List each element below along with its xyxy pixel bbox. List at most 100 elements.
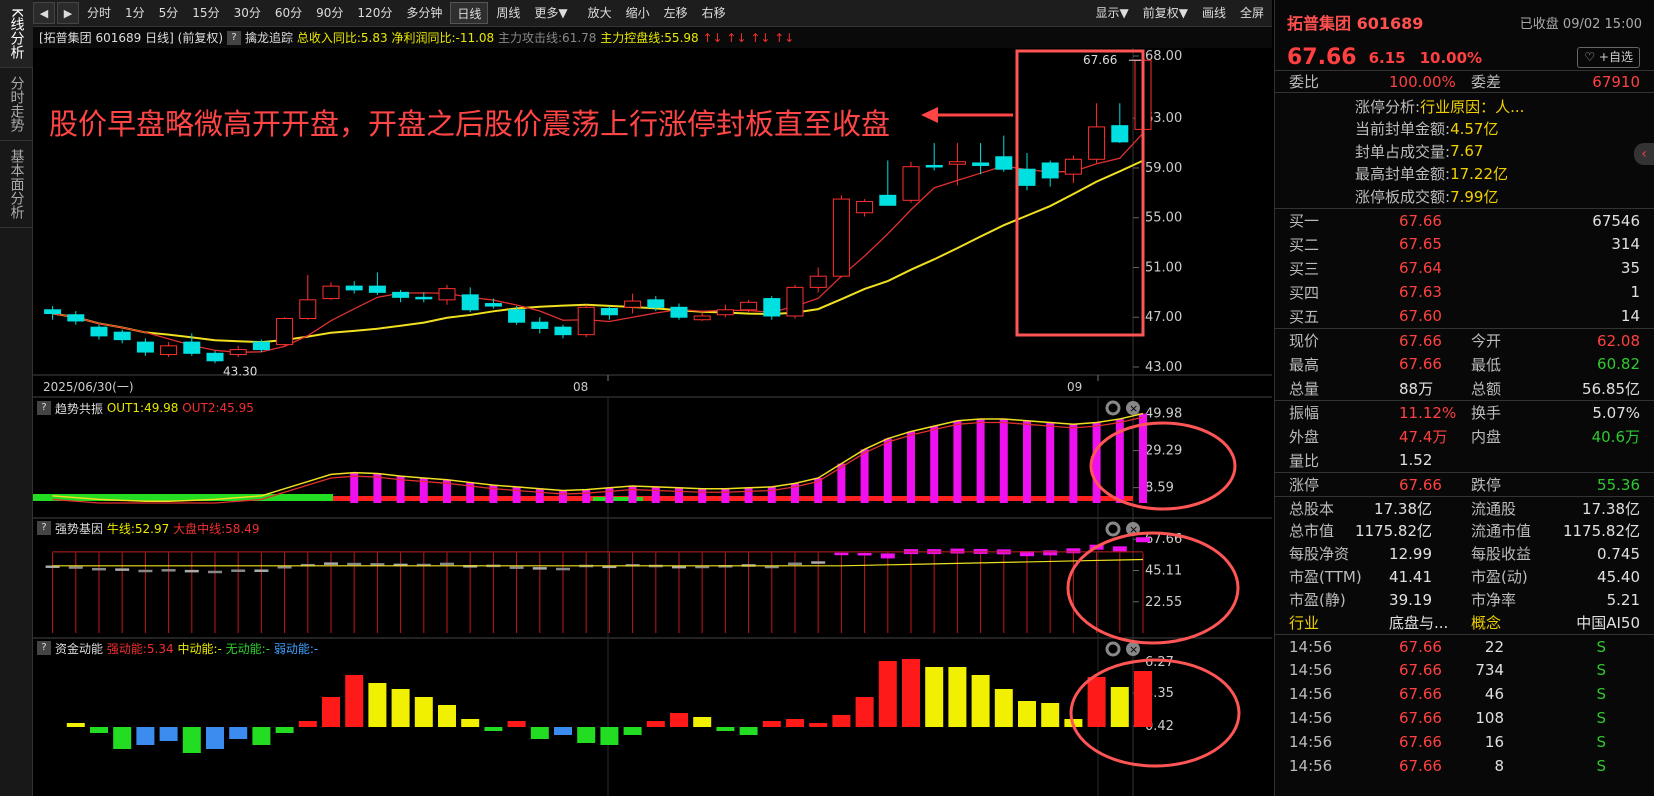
momentum-bar: [461, 719, 480, 727]
period-button[interactable]: 日线: [450, 2, 489, 24]
kline-chart[interactable]: 68.0063.0059.0055.0051.0047.0043.002025/…: [33, 48, 1272, 796]
limit-analysis: 涨停分析: 行业原因：人... 当前封单金额: 4.57亿 封单占成交量: 7.67 最高封…: [1275, 92, 1654, 208]
stat-label: 内盘: [1471, 427, 1502, 446]
quote-row: 14:56 67.66 8 S: [1275, 754, 1654, 778]
quote-row: 14:56 67.66 22 S: [1275, 634, 1654, 658]
quote-row: 外盘 47.4万 内盘 40.6万: [1275, 424, 1654, 448]
chart-action-button[interactable]: 右移: [696, 2, 732, 24]
tick-time: 14:56: [1289, 685, 1333, 703]
tab-intraday[interactable]: 分时走势: [0, 68, 33, 142]
chart-action-button[interactable]: 放大: [582, 2, 618, 24]
trend-bar: [930, 426, 939, 503]
panel4-title: 资金动能: [55, 641, 104, 656]
period-button[interactable]: 分时: [81, 2, 117, 24]
tick-price: 67.66: [1399, 757, 1442, 775]
momentum-bar: [971, 675, 990, 727]
stat-label: 总额: [1471, 379, 1502, 398]
fund-value: 45.40: [1597, 567, 1640, 586]
nav-forward-button[interactable]: ▶: [57, 2, 79, 24]
fund-label: 流通股: [1471, 499, 1517, 518]
quote-row: 市盈(TTM) 41.41 市盈(动) 45.40: [1275, 565, 1654, 588]
gene-mark: [161, 569, 176, 572]
chart-info-bar: [拓普集团 601689 日线] (前复权) ? 擒龙追踪 总收入同比:5.83…: [33, 27, 1272, 48]
stat-label: 现价: [1289, 332, 1320, 350]
trend-bar: [675, 487, 683, 503]
candle-body: [136, 341, 154, 353]
tab-kline-label: K线分析: [8, 8, 25, 60]
momentum-bar: [554, 727, 572, 735]
bid-level-label: 买三: [1289, 259, 1320, 278]
candle-body: [484, 303, 502, 307]
chart-action-button[interactable]: 缩小: [620, 2, 656, 24]
momentum-bar: [623, 727, 642, 735]
help-icon[interactable]: ?: [37, 641, 51, 655]
bid-volume: 314: [1611, 235, 1640, 253]
gear-icon: [1105, 641, 1121, 657]
panel4-mid: 中动能:-: [177, 641, 222, 656]
highlight-ellipse: [1089, 421, 1237, 511]
tab-fundamentals-label: 基本面分析: [8, 149, 25, 220]
period-button[interactable]: 60分: [269, 2, 308, 24]
momentum-bar: [438, 705, 456, 727]
quote-row: 14:56 67.66 46 S: [1275, 682, 1654, 706]
trend-bar: [860, 449, 869, 503]
period-button[interactable]: 更多▼: [528, 2, 573, 24]
period-button[interactable]: 1分: [119, 2, 151, 24]
chart-area[interactable]: 68.00 63.00 59.00 55.00 51.00 47.00 43.00 2025/…: [33, 48, 1272, 796]
fund-label: 每股收益: [1471, 545, 1532, 563]
period-button[interactable]: 30分: [228, 2, 267, 24]
candle-body: [856, 201, 874, 214]
bid-price: 67.60: [1399, 307, 1442, 325]
toolbar-right-button[interactable]: 画线: [1196, 2, 1232, 24]
industry-label: 行业: [1289, 614, 1320, 632]
y-tick-label: 43.00: [1145, 360, 1182, 375]
limit-row: 涨停分析: 行业原因：人...: [1275, 95, 1654, 118]
candle-body: [415, 296, 433, 300]
help-icon[interactable]: ?: [37, 401, 51, 415]
last-price: 67.66: [1287, 45, 1357, 70]
trend-bar: [907, 431, 915, 503]
period-selector: 分时 1分 5分 15分 30分 60分 90分 120分 多分钟 日线 周线 更多▼: [81, 2, 576, 24]
industry-value: 底盘与...: [1389, 614, 1449, 632]
candle-body: [1064, 158, 1082, 175]
trend-bar: [512, 486, 521, 503]
period-button[interactable]: 15分: [186, 2, 225, 24]
tick-side: S: [1596, 709, 1606, 727]
candle-body: [392, 291, 410, 298]
y-tick-label: 22.55: [1145, 595, 1182, 610]
stat-value: 56.85亿: [1582, 379, 1640, 398]
period-button[interactable]: 90分: [310, 2, 349, 24]
tick-side: S: [1596, 733, 1606, 751]
y-tick-label: 8.59: [1145, 481, 1174, 496]
candle-body: [995, 156, 1013, 170]
weibi-label: 委比: [1289, 73, 1320, 91]
period-button[interactable]: 120分: [351, 2, 398, 24]
trend-bar: [953, 420, 962, 503]
gene-mark: [115, 568, 130, 571]
candle-body: [948, 161, 966, 165]
low-price-label: 43.30: [223, 364, 257, 378]
candle-body: [716, 309, 734, 316]
help-icon[interactable]: ?: [37, 521, 51, 535]
candle-body: [531, 321, 549, 329]
fund-value: 41.41: [1389, 567, 1432, 586]
market-status: 已收盘 09/02 15:00: [1519, 17, 1642, 32]
tab-fundamentals[interactable]: 基本面分析: [0, 141, 33, 229]
tick-volume: 16: [1484, 733, 1504, 751]
period-button[interactable]: 5分: [153, 2, 185, 24]
tab-kline-analysis[interactable]: K线分析: [0, 0, 33, 69]
chart-action-button[interactable]: 左移: [658, 2, 694, 24]
toolbar-right-button[interactable]: 显示▼: [1090, 2, 1135, 24]
period-button[interactable]: 多分钟: [400, 2, 448, 24]
help-icon[interactable]: ?: [227, 30, 242, 45]
period-button[interactable]: 周线: [490, 2, 526, 24]
panel3-market: 大盘中线:58.49: [173, 521, 260, 536]
candle-body: [809, 275, 827, 288]
toolbar-right-button[interactable]: 全屏: [1234, 2, 1270, 24]
toolbar-right-button[interactable]: 前复权▼: [1137, 2, 1194, 24]
collapse-panel-icon[interactable]: ‹: [1634, 143, 1654, 165]
candle-body: [902, 166, 920, 201]
momentum-bar: [229, 727, 248, 739]
add-watchlist-button[interactable]: ♡ +自选: [1577, 47, 1640, 68]
nav-back-button[interactable]: ◀: [33, 2, 55, 24]
